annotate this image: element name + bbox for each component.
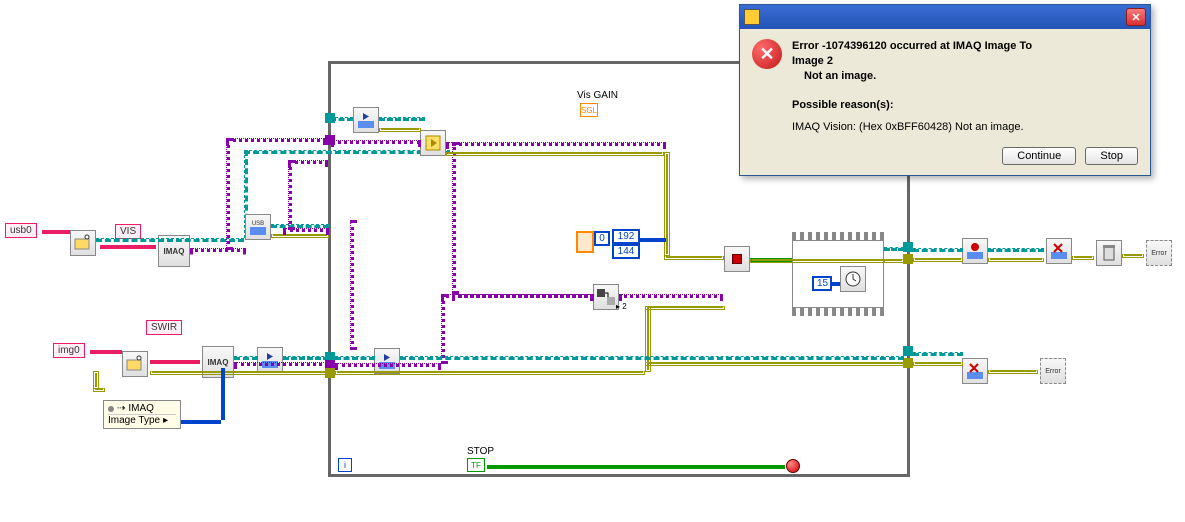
dialog-close-button[interactable]: ✕	[1126, 8, 1146, 26]
index-array-cluster	[576, 231, 594, 253]
dialog-reason: IMAQ Vision: (Hex 0xBFF60428) Not an ima…	[792, 120, 1032, 135]
dialog-line3: Not an image.	[804, 70, 876, 82]
dialog-reasons-heading: Possible reason(s):	[792, 99, 893, 111]
terminal-stop-text: TF	[471, 461, 481, 470]
imaq-grab-vis	[420, 130, 446, 156]
loop-iteration-terminal: i	[338, 458, 352, 472]
loop-stop-terminal	[786, 459, 800, 473]
sequence-frame	[792, 240, 884, 308]
imaqdx-configure-swir	[257, 347, 283, 373]
error-dialog: ✕ ✕ Error -1074396120 occurred at IMAQ I…	[739, 4, 1151, 176]
imaqdx-configure-vis: USB	[245, 214, 271, 240]
stop-button[interactable]: Stop	[1085, 147, 1138, 165]
continue-button[interactable]: Continue	[1002, 147, 1076, 165]
imaq-create-swir-label: IMAQ	[208, 358, 229, 367]
sequence-structure-bottom	[792, 308, 884, 316]
property-ref: IMAQ	[128, 403, 154, 414]
sequence-structure-top	[792, 232, 884, 240]
label-vis-gain: Vis GAIN	[577, 90, 618, 101]
imaqdx-stop-vis	[962, 238, 988, 264]
terminal-vis-gain-text: SGL	[581, 106, 597, 115]
imaqdx-close-swir	[962, 358, 988, 384]
imaqdx-open-swir	[122, 351, 148, 377]
subvi-instance-label: ▸ 2	[616, 302, 627, 311]
imaqdx-start-vis	[353, 107, 379, 133]
const-index: 0	[594, 231, 610, 246]
error-handler-swir: Error	[1040, 358, 1066, 384]
close-icon: ✕	[1131, 11, 1140, 24]
terminal-stop[interactable]: TF	[467, 458, 485, 472]
const-wait: 15	[812, 276, 832, 291]
dialog-line1: Error -1074396120 occurred at IMAQ Image…	[792, 40, 1032, 52]
block-diagram-canvas: usb0 VIS IMAQ USB Vis GAIN SGL img0	[0, 0, 1185, 522]
error-icon: ✕	[752, 39, 782, 69]
wait-ms	[840, 266, 866, 292]
control-vis[interactable]: VIS	[115, 224, 141, 239]
label-stop: STOP	[467, 446, 494, 457]
imaqdx-close-vis	[1046, 238, 1072, 264]
loop-iteration-label: i	[344, 460, 346, 470]
dialog-line2: Image 2	[792, 55, 833, 67]
error-handler-swir-label: Error	[1045, 368, 1061, 375]
imaq-create-label: IMAQ	[164, 247, 185, 256]
error-handler-vis-label: Error	[1151, 250, 1167, 257]
property-name: Image Type	[108, 415, 160, 426]
terminal-vis-gain[interactable]: SGL	[580, 103, 598, 117]
svg-text:USB: USB	[252, 221, 264, 227]
property-node-image-type: ⇢IMAQ Image Type▸	[103, 400, 181, 429]
imaq-dispose	[1096, 240, 1122, 266]
control-usb0[interactable]: usb0	[5, 223, 37, 238]
dialog-message: Error -1074396120 occurred at IMAQ Image…	[792, 39, 1032, 135]
const-resx: 192	[612, 229, 640, 244]
boolean-indicator-node	[724, 246, 750, 272]
const-resy: 144	[612, 244, 640, 259]
imaqdx-open-vis	[70, 230, 96, 256]
control-img0[interactable]: img0	[53, 343, 85, 358]
dialog-titlebar[interactable]: ✕	[740, 5, 1150, 29]
dialog-app-icon	[744, 9, 760, 25]
control-swir[interactable]: SWIR	[146, 320, 182, 335]
error-handler-vis: Error	[1146, 240, 1172, 266]
